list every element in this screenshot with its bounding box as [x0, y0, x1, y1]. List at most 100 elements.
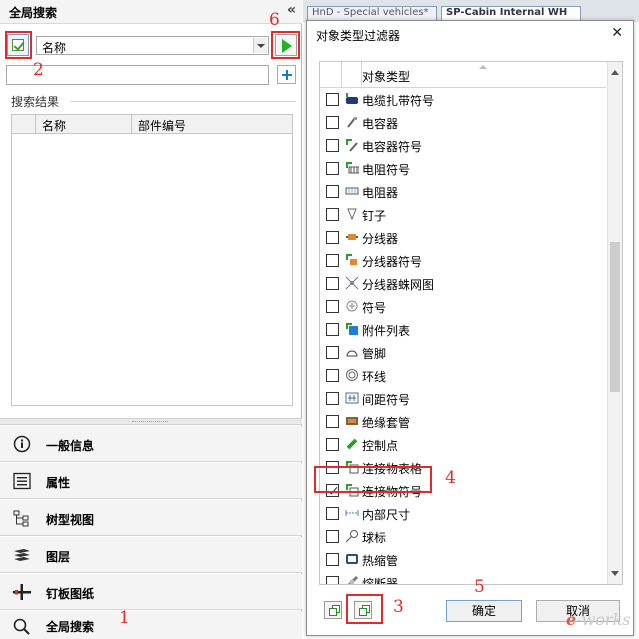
watermark: e-works — [566, 610, 630, 629]
select-all-button[interactable] — [324, 601, 342, 619]
row-checkbox[interactable] — [326, 116, 339, 129]
dialog-title: 对象类型过滤器 — [316, 29, 401, 43]
list-item[interactable]: 钉子 — [320, 203, 606, 226]
row-checkbox[interactable] — [326, 576, 339, 584]
object-type-list[interactable]: 对象类型 电缆扎带符号 电容器电容器符号电阻符号电阻器钉子分线器分线器符号 分线器蛛… — [319, 61, 623, 585]
row-checkbox[interactable] — [326, 415, 339, 428]
row-label: 环线 — [362, 370, 387, 384]
list-item[interactable]: 电阻符号 — [320, 157, 606, 180]
list-item[interactable]: 绝缘套管 — [320, 410, 606, 433]
scroll-thumb[interactable] — [610, 242, 620, 392]
object-type-list-header: 对象类型 — [320, 62, 606, 88]
cable-tie-symbol-icon — [346, 93, 358, 104]
row-checkbox[interactable] — [326, 438, 339, 451]
list-item[interactable]: 电容器 — [320, 111, 606, 134]
row-checkbox[interactable] — [326, 392, 339, 405]
nav-label: 一般信息 — [46, 439, 95, 453]
layers-icon — [14, 549, 30, 561]
list-item[interactable]: 分线器蛛网图 — [320, 272, 606, 295]
row-checkbox[interactable] — [326, 185, 339, 198]
list-item[interactable]: 球标 — [320, 525, 606, 548]
list-item[interactable]: 内部尺寸 — [320, 502, 606, 525]
global-search-panel: 全局搜索 « 名称 搜索结果 名称 部件编号 一般信息 属性 树型视图 图层 钉… — [0, 0, 302, 639]
results-col-name[interactable]: 名称 — [36, 115, 132, 134]
row-checkbox[interactable] — [326, 346, 339, 359]
accessory-list-icon — [346, 323, 358, 335]
scroll-up-icon[interactable] — [611, 70, 619, 75]
nav-item-layers[interactable]: 图层 — [0, 537, 302, 573]
pin-icon — [346, 350, 358, 357]
row-checkbox[interactable] — [326, 530, 339, 543]
list-item[interactable]: 电缆扎带符号 — [320, 88, 606, 111]
row-label: 电容器符号 — [362, 140, 423, 154]
row-label: 球标 — [362, 531, 387, 545]
row-label: 符号 — [362, 301, 387, 315]
row-checkbox[interactable] — [326, 277, 339, 290]
row-checkbox[interactable] — [326, 369, 339, 382]
annotation-box-2 — [5, 31, 32, 59]
annotation-number-5: 5 — [474, 577, 485, 597]
list-item[interactable]: 熔断器 — [320, 571, 606, 585]
row-checkbox[interactable] — [326, 93, 339, 106]
row-label: 熔断器 — [362, 577, 399, 585]
header-icon-col[interactable] — [342, 62, 362, 88]
row-checkbox[interactable] — [326, 254, 339, 267]
chevron-down-icon[interactable] — [253, 38, 267, 53]
list-item[interactable]: 环线 — [320, 364, 606, 387]
close-icon[interactable]: ✕ — [611, 25, 623, 41]
row-label: 分线器 — [362, 232, 399, 246]
nav-item-properties[interactable]: 属性 — [0, 463, 302, 499]
balloon-icon — [345, 530, 358, 543]
watermark-rest: -works — [576, 610, 631, 629]
list-item[interactable]: 电阻器 — [320, 180, 606, 203]
row-checkbox[interactable] — [326, 507, 339, 520]
row-checkbox[interactable] — [326, 208, 339, 221]
search-field-value: 名称 — [42, 41, 67, 55]
spacing-symbol-icon — [345, 392, 359, 404]
results-col-select[interactable] — [12, 115, 36, 134]
list-item[interactable]: 电容器符号 — [320, 134, 606, 157]
nailboard-icon — [13, 584, 31, 600]
nav-item-global-search[interactable]: 全局搜索 — [0, 611, 302, 639]
search-field-select[interactable]: 名称 — [36, 36, 269, 55]
search-input[interactable] — [6, 65, 269, 85]
watermark-prefix: e — [566, 610, 577, 629]
nav-label: 钉板图纸 — [46, 587, 95, 601]
list-item[interactable]: 热缩管 — [320, 548, 606, 571]
copy-icon-back — [329, 608, 337, 616]
inner-dimension-icon — [345, 510, 359, 516]
list-item[interactable]: 间距符号 — [320, 387, 606, 410]
list-item[interactable]: 分线器 — [320, 226, 606, 249]
list-item[interactable]: 分线器符号 — [320, 249, 606, 272]
panel-splitter[interactable] — [0, 418, 302, 425]
row-checkbox[interactable] — [326, 553, 339, 566]
row-checkbox[interactable] — [326, 162, 339, 175]
header-object-type[interactable]: 对象类型 — [362, 68, 410, 85]
scroll-down-icon[interactable] — [611, 571, 619, 576]
results-label: 搜索结果 — [11, 95, 60, 109]
symbol-icon — [346, 300, 358, 312]
list-scrollbar[interactable] — [607, 62, 622, 584]
nav-item-nailboard[interactable]: 钉板图纸 — [0, 574, 302, 610]
nav-item-general-info[interactable]: 一般信息 — [0, 426, 302, 462]
collapse-panel-icon[interactable]: « — [287, 2, 296, 18]
ok-button[interactable]: 确定 — [446, 600, 522, 622]
row-checkbox[interactable] — [326, 231, 339, 244]
annotation-number-2: 2 — [33, 60, 44, 80]
list-item[interactable]: 符号 — [320, 295, 606, 318]
results-divider — [70, 101, 296, 102]
list-item[interactable]: 管脚 — [320, 341, 606, 364]
list-item[interactable]: 附件列表 — [320, 318, 606, 341]
sort-icon — [478, 65, 488, 71]
results-table[interactable]: 名称 部件编号 — [11, 114, 293, 406]
row-checkbox[interactable] — [326, 323, 339, 336]
row-checkbox[interactable] — [326, 300, 339, 313]
list-item[interactable]: 控制点 — [320, 433, 606, 456]
row-label: 电阻器 — [362, 186, 399, 200]
results-col-part-number[interactable]: 部件编号 — [132, 115, 292, 134]
annotation-number-1: 1 — [119, 608, 130, 628]
add-criteria-button[interactable] — [277, 65, 296, 84]
header-check-col[interactable] — [320, 62, 342, 88]
row-checkbox[interactable] — [326, 139, 339, 152]
nav-item-tree-view[interactable]: 树型视图 — [0, 500, 302, 536]
